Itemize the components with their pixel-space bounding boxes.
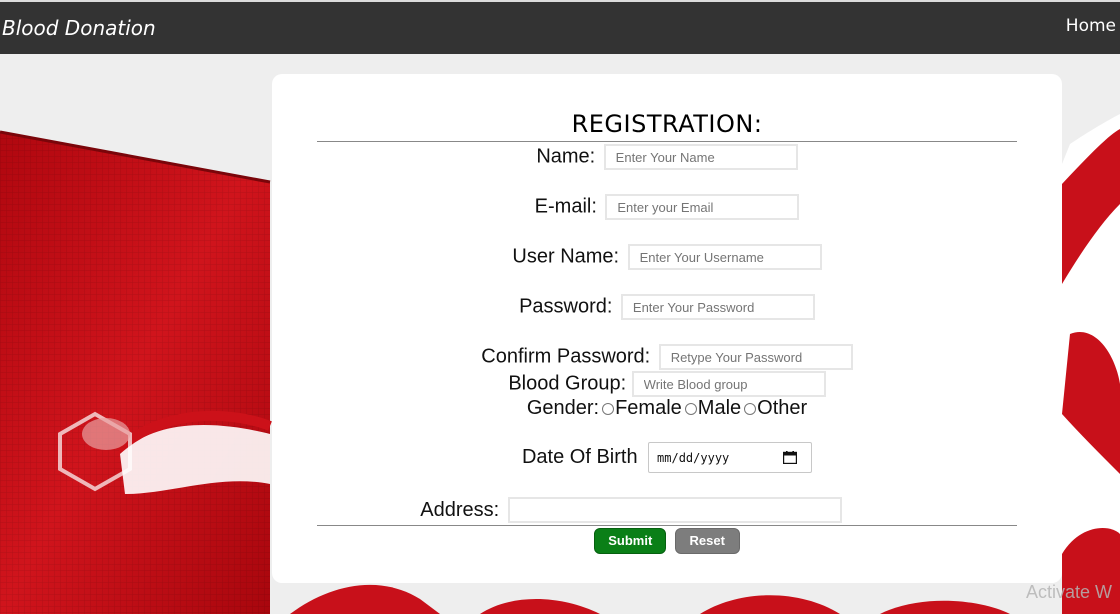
gender-female-radio[interactable] [602,402,615,415]
username-input[interactable] [627,244,822,270]
address-label: Address: [420,498,500,521]
blood-group-row: Blood Group: [272,371,1062,397]
dob-row: Date Of Birth mm/dd/yyyy [272,442,1062,473]
gender-row: Gender: Female Male Other [272,397,1062,420]
confirm-password-label: Confirm Password: [481,345,651,368]
email-input[interactable] [605,194,800,220]
title-divider [317,141,1017,142]
bottom-divider [317,525,1017,526]
reset-button[interactable]: Reset [674,528,740,554]
confirm-password-input[interactable] [658,344,853,370]
username-row: User Name: [272,244,1062,270]
dob-input[interactable]: mm/dd/yyyy [648,442,813,473]
password-label: Password: [519,295,613,318]
name-input[interactable] [603,144,798,170]
dob-label: Date Of Birth [521,446,638,468]
blood-group-label: Blood Group: [508,372,627,395]
email-row: E-mail: [272,194,1062,220]
nav-home-link[interactable]: Home [1066,16,1116,36]
address-input[interactable] [507,497,842,523]
email-label: E-mail: [534,195,597,218]
gender-male-label: Male [697,397,742,419]
name-row: Name: [272,144,1062,170]
address-row: Address: [272,497,1062,523]
top-navbar: Blood Donation Home [0,0,1120,54]
password-input[interactable] [620,294,815,320]
registration-card: REGISTRATION: Name: E-mail: User Name: P… [272,74,1062,583]
gender-label: Gender: [526,397,600,419]
blood-group-input[interactable] [631,371,826,397]
gender-other-radio[interactable] [744,402,757,415]
name-label: Name: [536,145,596,168]
gender-female-label: Female [615,397,682,419]
button-row: Submit Reset [272,528,1062,554]
activate-windows-watermark: Activate W [1025,582,1112,602]
confirm-password-row: Confirm Password: [272,344,1062,370]
form-title: REGISTRATION: [571,110,763,138]
submit-button[interactable]: Submit [594,528,667,554]
brand-title[interactable]: Blood Donation [2,16,156,40]
gender-other-label: Other [757,397,808,419]
password-row: Password: [272,294,1062,320]
calendar-icon[interactable] [783,451,798,464]
username-label: User Name: [512,245,620,268]
dob-placeholder: mm/dd/yyyy [657,451,730,465]
gender-male-radio[interactable] [684,402,697,415]
